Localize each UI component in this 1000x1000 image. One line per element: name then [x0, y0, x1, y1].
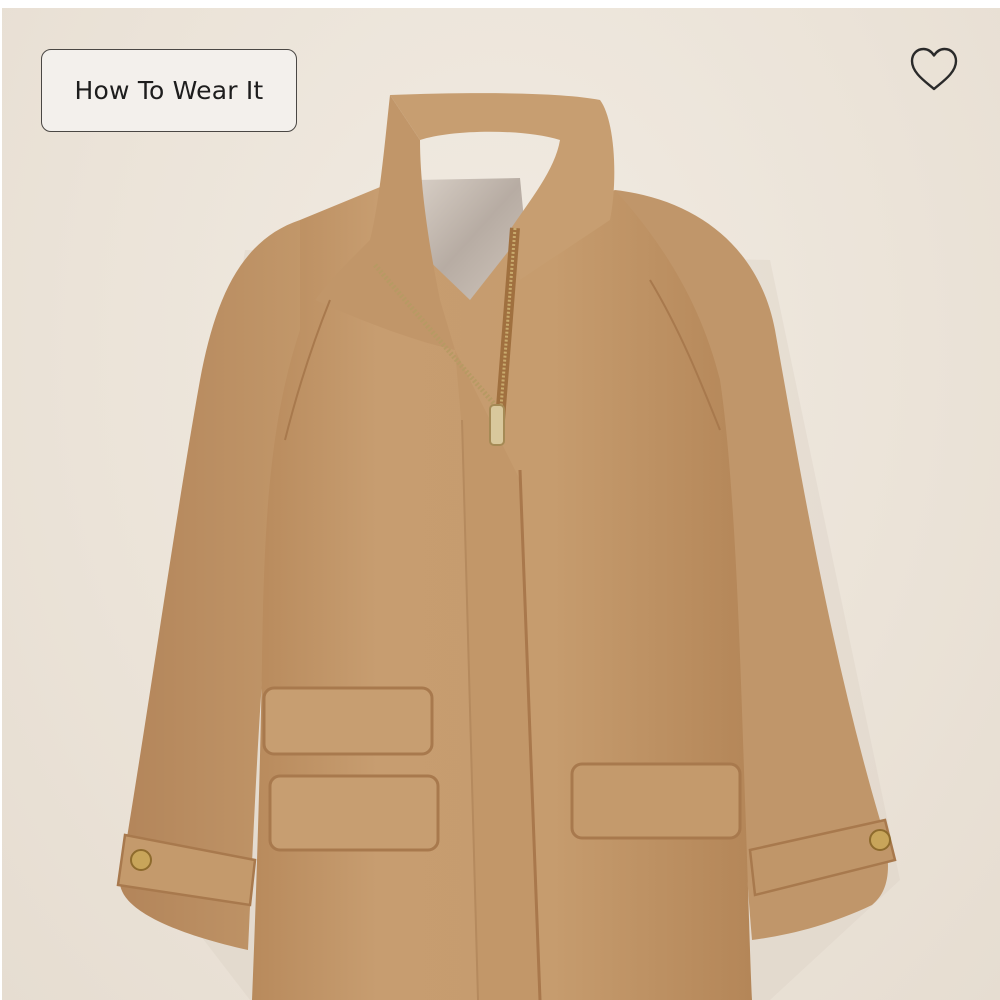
coat-product-image[interactable] [0, 0, 1000, 1000]
product-image-viewer: How To Wear It [0, 0, 1000, 1000]
left-lower-pocket [268, 774, 440, 852]
how-to-wear-it-label: How To Wear It [74, 76, 264, 105]
right-pocket [570, 762, 742, 840]
left-upper-pocket [262, 686, 434, 756]
heart-outline-icon[interactable] [906, 44, 962, 96]
how-to-wear-it-button[interactable]: How To Wear It [41, 49, 297, 132]
